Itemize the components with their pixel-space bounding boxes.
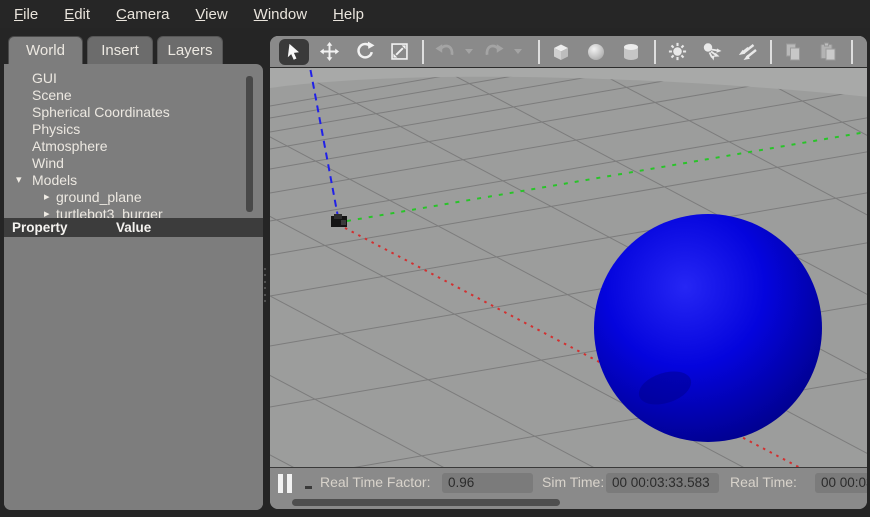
property-column-header: Property [12,220,68,235]
tree-item-physics[interactable]: Physics [4,121,263,138]
toolbar-separator [422,39,424,64]
tab-layers[interactable]: Layers [157,36,223,64]
tab-insert[interactable]: Insert [87,36,153,64]
translate-tool-button[interactable] [314,39,344,65]
viewport-panel: Real Time Factor: 0.96 Sim Time: 00 00:0… [270,36,867,509]
tree-item-turtlebot3-burger[interactable]: ▸ turtlebot3_burger [4,206,263,218]
redo-button[interactable] [479,39,509,65]
menu-view[interactable]: View [182,2,240,27]
redo-history-dropdown[interactable] [514,49,522,54]
expand-closed-icon[interactable]: ▸ [44,189,50,206]
scale-icon [390,43,408,60]
move-icon [319,41,339,62]
tree-item-ground-plane[interactable]: ▸ ground_plane [4,189,263,206]
tree-item-spherical-coordinates[interactable]: Spherical Coordinates [4,104,263,121]
toolbar-separator [538,39,540,64]
directional-light-icon [738,43,757,60]
real-time-label: Real Time: [730,474,797,490]
horizontal-scrollbar-thumb[interactable] [292,499,560,506]
menu-bar: File Edit Camera View Window Help [0,0,870,28]
select-tool-button[interactable] [279,38,309,65]
spot-light-icon [703,42,722,60]
box-icon [554,44,568,60]
paste-button[interactable] [813,39,843,65]
copy-button[interactable] [778,39,808,65]
value-column-header: Value [116,220,152,235]
real-time-factor-label: Real Time Factor: [320,474,431,490]
menu-edit[interactable]: Edit [51,2,103,27]
tree-item-scene[interactable]: Scene [4,87,263,104]
tree-item-wind[interactable]: Wind [4,155,263,172]
sim-statusbar: Real Time Factor: 0.96 Sim Time: 00 00:0… [270,467,867,497]
panel-splitter-handle[interactable] [264,268,267,302]
property-table-header: Property Value [4,218,263,237]
add-box-button[interactable] [546,39,576,65]
rotate-tool-button[interactable] [349,39,379,65]
undo-history-dropdown[interactable] [465,49,473,54]
add-sphere-button[interactable] [581,39,611,65]
add-spot-light-button[interactable] [697,39,727,65]
undo-button[interactable] [430,39,460,65]
expand-open-icon[interactable]: ▾ [16,172,22,189]
add-directional-light-button[interactable] [732,39,762,65]
cylinder-icon [624,43,638,60]
real-time-factor-value: 0.96 [442,473,533,493]
rotate-icon [356,41,375,59]
sphere-icon [588,43,604,60]
point-light-icon [668,42,686,61]
world-panel: GUI Scene Spherical Coordinates Physics … [4,64,263,510]
toolbar-separator [851,39,853,64]
step-button[interactable] [305,486,312,489]
toolbar-separator [770,39,772,64]
paste-icon [820,42,836,60]
menu-file[interactable]: File [1,2,51,27]
tab-world[interactable]: World [8,36,83,64]
tree-scrollbar[interactable] [246,76,253,212]
menu-window[interactable]: Window [241,2,320,27]
add-cylinder-button[interactable] [616,39,646,65]
menu-help[interactable]: Help [320,2,377,27]
scale-tool-button[interactable] [384,39,414,65]
property-table-body [4,237,263,510]
copy-icon [786,43,800,60]
tree-item-gui[interactable]: GUI [4,70,263,87]
pause-button[interactable] [278,474,294,493]
tree-item-models[interactable]: ▾ Models [4,172,263,189]
sim-time-value: 00 00:03:33.583 [606,473,719,493]
scene-3d-view [270,68,867,467]
render-area[interactable] [270,68,867,467]
sim-time-label: Sim Time: [542,474,605,490]
expand-closed-icon[interactable]: ▸ [44,206,50,218]
horizontal-scrollbar-track[interactable] [270,497,867,509]
undo-icon [435,43,454,55]
add-point-light-button[interactable] [662,39,692,65]
real-time-value: 00 00:03: [815,473,867,493]
redo-icon [485,43,504,55]
render-toolbar [270,36,867,68]
menu-camera[interactable]: Camera [103,2,182,27]
world-tree: GUI Scene Spherical Coordinates Physics … [4,64,263,218]
toolbar-separator [654,39,656,64]
cursor-arrow-icon [287,43,299,60]
tree-item-atmosphere[interactable]: Atmosphere [4,138,263,155]
